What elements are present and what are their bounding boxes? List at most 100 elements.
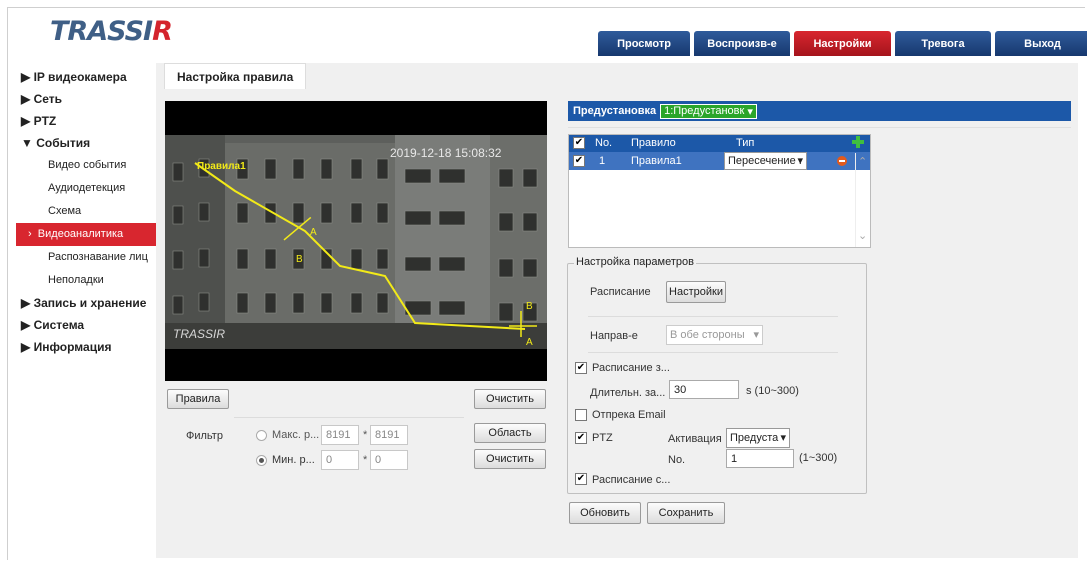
scroll-up-icon[interactable]: ⌃ <box>858 155 867 168</box>
sidebar-item-scheme[interactable]: Схема <box>16 200 156 223</box>
activation-select[interactable]: Предуста ▾ <box>726 428 790 448</box>
clear-button[interactable]: Очистить <box>474 389 546 409</box>
main-content: Настройка правила 2019-12-18 15:08:32 TR… <box>156 63 1078 558</box>
scroll-down-icon[interactable]: ⌄ <box>858 229 867 242</box>
duration-input[interactable]: 30 <box>669 380 739 399</box>
activation-label: Активация <box>668 433 722 445</box>
max-size-label: Макс. р... <box>272 429 320 441</box>
col-type: Тип <box>736 137 755 149</box>
chevron-down-icon: ▾ <box>747 105 753 118</box>
col-no: No. <box>595 137 613 149</box>
main-tabs: Просмотр Воспроизв-е Настройки Тревога В… <box>598 31 1087 56</box>
trassir-logo: TRASSIR <box>50 16 173 47</box>
email-checkbox[interactable] <box>575 409 587 421</box>
sidebar-item-faults[interactable]: Неполадки <box>16 269 156 292</box>
schedule-checkbox-2[interactable]: ✔ <box>575 473 587 485</box>
sidebar-item-video-analytics[interactable]: › Видеоаналитика <box>16 223 156 246</box>
preset-divider <box>568 127 1071 128</box>
direction-select[interactable]: В обе стороны ▾ <box>666 325 763 345</box>
chevron-right-icon: › <box>28 228 32 240</box>
rules-table-row[interactable]: ✔ 1 Правила1 Пересечение . ▾ <box>569 152 870 170</box>
ptz-check-label: PTZ <box>592 432 613 444</box>
max-height-input[interactable]: 8191 <box>370 425 408 445</box>
triangle-right-icon: ▶ <box>21 296 31 310</box>
rule-mark-a2: A <box>526 337 533 348</box>
params-divider-2 <box>588 352 838 353</box>
page-title-tab: Настройка правила <box>164 63 307 89</box>
triangle-right-icon: ▶ <box>21 340 31 354</box>
ptz-no-label: No. <box>668 454 686 466</box>
triangle-right-icon: ▶ <box>21 92 31 106</box>
sidebar-item-network[interactable]: ▶ Сеть <box>16 88 156 110</box>
header: TRASSIR Просмотр Воспроизв-е Настройки Т… <box>8 8 1087 58</box>
preset-select[interactable]: 1:Предустановк ▾ <box>660 103 757 119</box>
max-size-radio[interactable] <box>256 430 267 441</box>
params-divider <box>588 316 838 317</box>
sidebar-item-events[interactable]: ▼ События <box>16 132 156 154</box>
duration-range: s (10~300) <box>746 385 799 397</box>
filter-label: Фильтр <box>186 430 223 442</box>
select-all-checkbox[interactable]: ✔ <box>573 137 585 149</box>
table-scrollbar[interactable]: ⌃ ⌄ <box>855 153 869 247</box>
rules-button[interactable]: Правила <box>167 389 229 409</box>
rule-mark-b: B <box>296 254 303 265</box>
rule-line-label: Правила1 <box>197 161 246 172</box>
min-size-label: Мин. р... <box>272 454 315 466</box>
email-check-label: Отпрека Email <box>592 409 666 421</box>
area-button[interactable]: Область <box>474 423 546 443</box>
refresh-button[interactable]: Обновить <box>569 502 641 524</box>
schedule-check-label-2: Расписание с... <box>592 474 671 486</box>
app-frame: TRASSIR Просмотр Воспроизв-е Настройки Т… <box>7 7 1087 560</box>
schedule-check-label: Расписание з... <box>592 362 670 374</box>
triangle-down-icon: ▼ <box>21 136 33 150</box>
col-rule: Правило <box>631 137 676 149</box>
clear-area-button[interactable]: Очистить <box>474 449 546 469</box>
sidebar-item-ptz[interactable]: ▶ PTZ <box>16 110 156 132</box>
tab-view[interactable]: Просмотр <box>598 31 690 56</box>
preset-bar: Предустановка 1:Предустановк ▾ <box>568 101 1071 121</box>
max-width-input[interactable]: 8191 <box>321 425 359 445</box>
save-button[interactable]: Сохранить <box>647 502 725 524</box>
schedule-settings-button[interactable]: Настройки <box>666 281 726 303</box>
sidebar-item-audio-detection[interactable]: Аудиодетекция <box>16 177 156 200</box>
min-size-radio[interactable] <box>256 455 267 466</box>
rules-table: ✔ No. Правило Тип ✔ 1 Правила1 Пересечен… <box>568 134 871 248</box>
sidebar-item-info[interactable]: ▶ Информация <box>16 336 156 358</box>
ptz-no-range: (1~300) <box>799 452 838 464</box>
sidebar-item-recording[interactable]: ▶ Запись и хранение <box>16 292 156 314</box>
row-checkbox[interactable]: ✔ <box>573 155 585 167</box>
delete-rule-icon[interactable] <box>837 156 847 166</box>
divider <box>234 417 464 418</box>
schedule-label: Расписание <box>590 286 651 298</box>
params-group: Настройка параметров Расписание Настройк… <box>567 256 867 494</box>
preset-label: Предустановка <box>573 105 657 117</box>
times-sign: * <box>363 429 368 441</box>
min-height-input[interactable]: 0 <box>370 450 408 470</box>
video-preview[interactable]: 2019-12-18 15:08:32 TRASSIR Правила1 A B… <box>165 101 547 381</box>
tab-exit[interactable]: Выход <box>995 31 1087 56</box>
triangle-right-icon: ▶ <box>21 70 31 84</box>
rule-mark-a: A <box>310 227 317 238</box>
triangle-right-icon: ▶ <box>21 318 31 332</box>
direction-label: Направ-е <box>590 330 638 342</box>
add-rule-icon[interactable] <box>852 136 864 148</box>
rule-type-select[interactable]: Пересечение . ▾ <box>724 152 807 170</box>
video-watermark: TRASSIR <box>173 327 226 341</box>
tab-settings[interactable]: Настройки <box>794 31 891 56</box>
sidebar-item-ip-camera[interactable]: ▶ IP видеокамера <box>16 66 156 88</box>
schedule-checkbox[interactable]: ✔ <box>575 362 587 374</box>
ptz-checkbox[interactable]: ✔ <box>575 432 587 444</box>
params-title: Настройка параметров <box>574 256 696 268</box>
sidebar-item-face-recognition[interactable]: Распознавание лиц <box>16 246 156 269</box>
sidebar-item-system[interactable]: ▶ Система <box>16 314 156 336</box>
ptz-no-input[interactable]: 1 <box>726 449 794 468</box>
rule-mark-b2: B <box>526 301 533 312</box>
times-sign-2: * <box>363 454 368 466</box>
min-width-input[interactable]: 0 <box>321 450 359 470</box>
sidebar-item-video-events[interactable]: Видео события <box>16 154 156 177</box>
chevron-down-icon: ▾ <box>797 155 803 167</box>
tab-playback[interactable]: Воспроизв-е <box>694 31 790 56</box>
tab-alarm[interactable]: Тревога <box>895 31 991 56</box>
duration-label: Длительн. за... <box>590 387 666 399</box>
chevron-down-icon: ▾ <box>780 432 786 444</box>
